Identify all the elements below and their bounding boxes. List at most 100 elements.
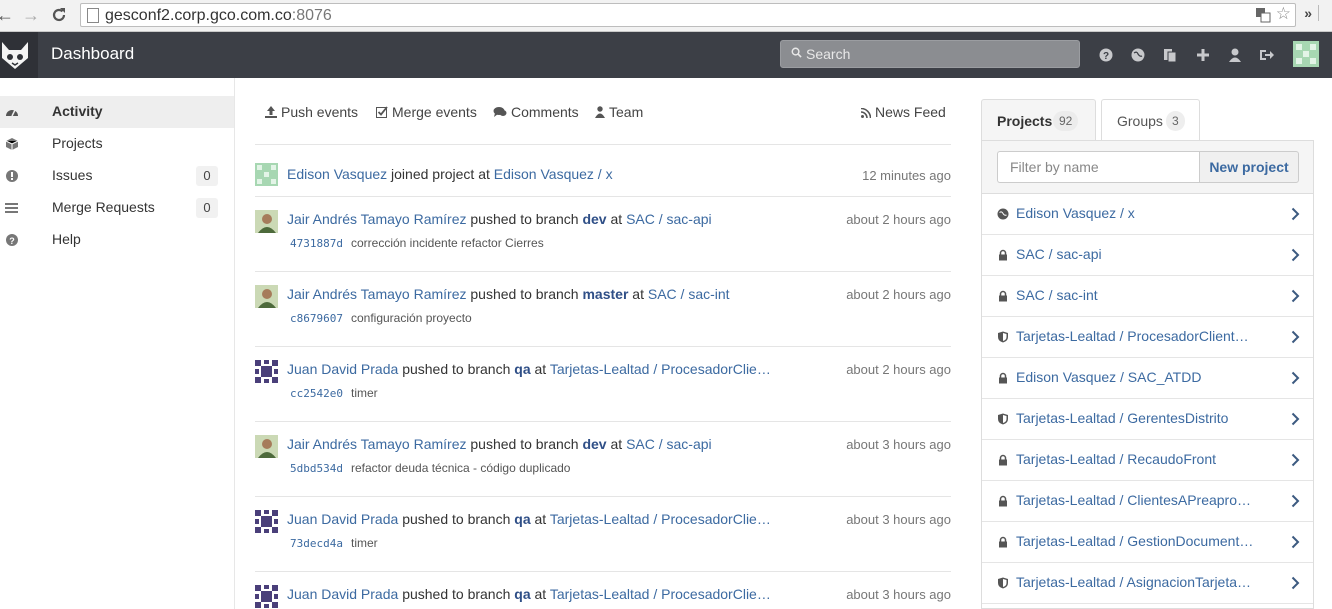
rss-icon [860, 107, 872, 119]
project-row[interactable]: SAC / sac-int [982, 276, 1313, 317]
event-author-link[interactable]: Jair Andrés Tamayo Ramírez [287, 436, 466, 452]
avatar[interactable] [255, 435, 278, 458]
chevron-right-icon [1291, 330, 1300, 344]
globe-icon[interactable] [1130, 47, 1146, 63]
forward-arrow-icon[interactable]: → [20, 4, 42, 26]
project-row[interactable]: SAC / sac-api [982, 235, 1313, 276]
logout-icon[interactable] [1258, 47, 1274, 63]
browser-menu-icon[interactable] [1318, 5, 1330, 21]
project-name-link[interactable]: Edison Vasquez / x [1016, 205, 1266, 221]
project-name-link[interactable]: Tarjetas-Lealtad / GerentesDistrito [1016, 410, 1266, 426]
project-name-link[interactable]: Tarjetas-Lealtad / AsignacionTarjeta… [1016, 574, 1266, 590]
project-row[interactable]: Tarjetas-Lealtad / ProcesadorClient… [982, 317, 1313, 358]
project-row[interactable]: Edison Vasquez / SAC_ATDD [982, 358, 1313, 399]
event-summary: Juan David Prada pushed to branch qa at … [287, 511, 771, 527]
event-author-link[interactable]: Jair Andrés Tamayo Ramírez [287, 286, 466, 302]
commit-sha-link[interactable]: 73decd4a [290, 537, 343, 550]
project-row[interactable]: Tarjetas-Lealtad / RecaudoFront [982, 440, 1313, 481]
branch-link[interactable]: dev [582, 436, 606, 452]
project-row[interactable]: Tarjetas-Lealtad / GerentesDistrito [982, 399, 1313, 440]
project-name-link[interactable]: Tarjetas-Lealtad / GestionDocument… [1016, 533, 1266, 549]
event-project-link[interactable]: Tarjetas-Lealtad / ProcesadorClie… [550, 586, 771, 602]
commit-sha-link[interactable]: 5dbd534d [290, 462, 343, 475]
avatar[interactable] [255, 510, 278, 533]
event-author-link[interactable]: Juan David Prada [287, 361, 398, 377]
search-input[interactable] [806, 44, 1066, 64]
groups-count-badge: 3 [1166, 111, 1185, 131]
help-icon[interactable]: ? [1098, 47, 1114, 63]
chevron-right-icon [1291, 248, 1300, 262]
search-box[interactable] [780, 40, 1080, 68]
new-project-button[interactable]: New project [1199, 151, 1299, 183]
commit-sha-link[interactable]: c8679607 [290, 312, 343, 325]
news-feed-link[interactable]: News Feed [860, 104, 946, 124]
translate-icon[interactable] [1255, 7, 1271, 26]
branch-link[interactable]: qa [514, 361, 530, 377]
user-icon[interactable] [1227, 47, 1243, 63]
branch-link[interactable]: qa [514, 511, 530, 527]
branch-link[interactable]: master [582, 286, 628, 302]
event-project-link[interactable]: SAC / sac-api [626, 211, 712, 227]
more-icon[interactable]: » [1304, 5, 1312, 21]
event-project-link[interactable]: SAC / sac-int [648, 286, 730, 302]
filter-push-events[interactable]: Push events [265, 104, 358, 124]
filter-team[interactable]: Team [595, 104, 643, 124]
gitlab-logo[interactable] [0, 32, 38, 78]
sidebar-item-help[interactable]: ? Help [0, 224, 234, 256]
avatar[interactable] [255, 585, 278, 608]
event-project-link[interactable]: SAC / sac-api [626, 436, 712, 452]
avatar[interactable] [255, 285, 278, 308]
branch-link[interactable]: qa [514, 586, 530, 602]
reload-icon[interactable] [48, 4, 70, 26]
page-title[interactable]: Dashboard [51, 44, 134, 64]
project-row[interactable]: Tarjetas-Lealtad / AsignacionTarjeta… [982, 563, 1313, 604]
address-bar[interactable]: gesconf2.corp.gco.com.co:8076 ☆ [80, 3, 1296, 27]
project-name-link[interactable]: Edison Vasquez / SAC_ATDD [1016, 369, 1266, 385]
snippets-icon[interactable] [1162, 47, 1178, 63]
event-project-link[interactable]: Tarjetas-Lealtad / ProcesadorClie… [550, 511, 771, 527]
project-name-link[interactable]: Tarjetas-Lealtad / ClientesAPreapro… [1016, 492, 1266, 508]
sidebar-item-activity[interactable]: Activity [0, 96, 234, 128]
filter-merge-events[interactable]: Merge events [376, 104, 477, 124]
app-header: Dashboard ? [0, 32, 1332, 78]
sidebar-item-merge-requests[interactable]: Merge Requests 0 [0, 192, 234, 224]
user-avatar[interactable] [1293, 41, 1319, 67]
commit-sha-link[interactable]: cc2542e0 [290, 387, 343, 400]
project-name-link[interactable]: SAC / sac-api [1016, 246, 1266, 262]
filter-by-name-input[interactable] [997, 151, 1200, 183]
branch-link[interactable]: dev [582, 211, 606, 227]
event-author-link[interactable]: Jair Andrés Tamayo Ramírez [287, 211, 466, 227]
project-name-link[interactable]: Tarjetas-Lealtad / ProcesadorClient… [1016, 328, 1266, 344]
sidebar-item-issues[interactable]: Issues 0 [0, 160, 234, 192]
plus-icon[interactable] [1195, 47, 1211, 63]
commit-line: cc2542e0 timer [290, 386, 378, 400]
svg-text:?: ? [9, 236, 15, 246]
sidebar-item-projects[interactable]: Projects [0, 128, 234, 160]
avatar[interactable] [255, 210, 278, 233]
event-author-link[interactable]: Edison Vasquez [287, 166, 387, 182]
tab-groups[interactable]: Groups 3 [1101, 99, 1200, 141]
commit-line: 4731887d corrección incidente refactor Ci… [290, 236, 544, 250]
tab-projects[interactable]: Projects 92 [981, 99, 1096, 141]
event-author-link[interactable]: Juan David Prada [287, 586, 398, 602]
avatar[interactable] [255, 360, 278, 383]
avatar[interactable] [255, 163, 278, 186]
event-summary: Juan David Prada pushed to branch qa at … [287, 361, 771, 377]
browser-toolbar: ← → gesconf2.corp.gco.com.co:8076 ☆ » [0, 0, 1332, 32]
search-icon [791, 47, 802, 58]
project-name-link[interactable]: SAC / sac-int [1016, 287, 1266, 303]
lock-icon [999, 536, 1007, 548]
event-filter-bar: Push events Merge events Comments Team N… [255, 95, 951, 145]
event-item: Jair Andrés Tamayo Ramírez pushed to bra… [255, 210, 951, 272]
event-author-link[interactable]: Juan David Prada [287, 511, 398, 527]
project-row[interactable]: Edison Vasquez / x [982, 194, 1313, 235]
back-arrow-icon[interactable]: ← [0, 4, 16, 26]
project-row[interactable]: Tarjetas-Lealtad / ClientesAPreapro… [982, 481, 1313, 522]
commit-sha-link[interactable]: 4731887d [290, 237, 343, 250]
event-project-link[interactable]: Tarjetas-Lealtad / ProcesadorClie… [550, 361, 771, 377]
event-project-link[interactable]: Edison Vasquez / x [494, 166, 613, 182]
project-row[interactable]: Tarjetas-Lealtad / GestionDocument… [982, 522, 1313, 563]
project-name-link[interactable]: Tarjetas-Lealtad / RecaudoFront [1016, 451, 1266, 467]
filter-comments[interactable]: Comments [493, 104, 579, 124]
bookmark-star-icon[interactable]: ☆ [1276, 4, 1291, 24]
